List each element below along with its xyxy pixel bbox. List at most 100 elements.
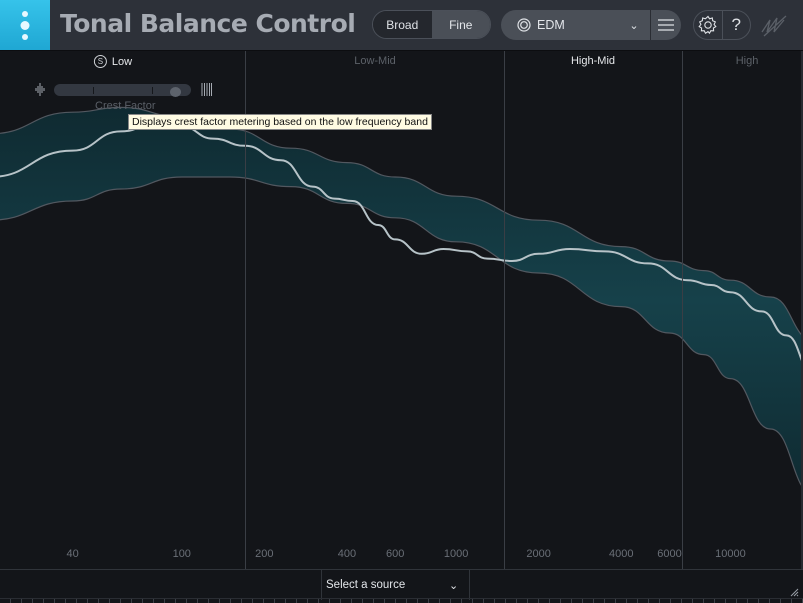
fine-button[interactable]: Fine [431,11,490,38]
target-curve-label: EDM [537,18,565,32]
ruler-tick [780,599,781,603]
x-tick-label: 200 [255,548,274,560]
ruler-tick [43,599,44,603]
ruler-tick [604,599,605,603]
resize-grip-icon[interactable] [790,588,799,597]
ruler-tick [384,599,385,603]
ruler-tick [747,599,748,603]
izotope-logo-icon[interactable] [758,10,790,42]
band-high-mid[interactable]: High-Mid [571,55,615,67]
source-select-value: Select a source [326,579,406,591]
source-select[interactable]: Select a source ⌄ [321,570,470,600]
compressed-icon [201,83,212,96]
band-divider-highmid-high[interactable] [682,51,683,569]
ruler-tick [296,599,297,603]
ruler-tick [670,599,671,603]
ruler-tick [76,599,77,603]
ruler-tick [340,599,341,603]
x-tick-label: 600 [386,548,405,560]
x-tick-label: 40 [66,548,79,560]
ruler-tick [527,599,528,603]
ruler-tick [582,599,583,603]
chevron-down-icon: ⌄ [629,19,639,32]
band-low[interactable]: S Low [93,55,132,68]
band-divider-lowmid-highmid[interactable] [504,51,505,569]
ruler-tick [241,599,242,603]
ruler-tick [131,599,132,603]
target-icon [517,18,531,32]
ruler-tick [252,599,253,603]
ruler-tick [285,599,286,603]
settings-help-group: ? [693,10,751,40]
ruler-tick [714,599,715,603]
ruler-tick [736,599,737,603]
hamburger-icon[interactable] [651,10,681,40]
ruler-tick [175,599,176,603]
x-tick-label: 1000 [443,548,469,560]
ruler-tick [439,599,440,603]
ruler-tick [87,599,88,603]
ruler-tick [208,599,209,603]
ruler-tick [703,599,704,603]
crest-factor-meter: Crest Factor [33,82,213,112]
ruler-tick [219,599,220,603]
x-tick-label: 2000 [526,548,551,560]
ruler-tick [230,599,231,603]
ruler-tick [791,599,792,603]
bottom-ruler [0,598,803,603]
ruler-tick [395,599,396,603]
ruler-tick [32,599,33,603]
ruler-tick [659,599,660,603]
chevron-down-icon: ⌄ [449,579,459,592]
ruler-tick [549,599,550,603]
ruler-tick [692,599,693,603]
ruler-tick [142,599,143,603]
x-tick-label: 6000 [657,548,682,560]
band-high[interactable]: High [736,55,759,67]
band-labels: S Low Low-Mid High-Mid High [0,51,803,71]
header-bar: Tonal Balance Control Broad Fine EDM ⌄ ? [0,0,803,51]
ruler-tick [494,599,495,603]
ruler-tick [505,599,506,603]
x-tick-label: 10000 [715,548,746,560]
band-label: Low-Mid [354,55,396,67]
ruler-tick [560,599,561,603]
ruler-tick [648,599,649,603]
band-low-mid[interactable]: Low-Mid [354,55,396,67]
ruler-tick [307,599,308,603]
view-mode-toggle[interactable]: Broad Fine [372,10,491,39]
crest-factor-label: Crest Factor [95,100,156,112]
ruler-tick [351,599,352,603]
crest-factor-slider[interactable] [54,84,191,97]
band-label: High [735,55,759,67]
ruler-tick [263,599,264,603]
ruler-tick [164,599,165,603]
help-button[interactable]: ? [723,11,751,39]
gear-icon[interactable] [694,11,722,39]
target-curve-dropdown[interactable]: EDM ⌄ [501,10,681,40]
broad-button[interactable]: Broad [373,11,432,38]
ruler-tick [450,599,451,603]
ruler-tick [681,599,682,603]
ruler-tick [758,599,759,603]
ruler-tick [54,599,55,603]
ruler-tick [483,599,484,603]
ruler-tick [637,599,638,603]
solo-button[interactable]: S [93,55,107,68]
x-tick-label: 4000 [608,548,634,560]
footer-bar: Select a source ⌄ [0,569,803,600]
ruler-tick [21,599,22,603]
ruler-tick [65,599,66,603]
kebab-menu-icon[interactable] [0,0,50,50]
slider-handle[interactable] [169,87,181,97]
ruler-tick [417,599,418,603]
ruler-tick [373,599,374,603]
ruler-tick [153,599,154,603]
band-label: High-Mid [570,55,616,67]
ruler-tick [725,599,726,603]
ruler-tick [571,599,572,603]
ruler-tick [406,599,407,603]
ruler-tick [516,599,517,603]
ruler-tick [538,599,539,603]
ruler-tick [109,599,110,603]
